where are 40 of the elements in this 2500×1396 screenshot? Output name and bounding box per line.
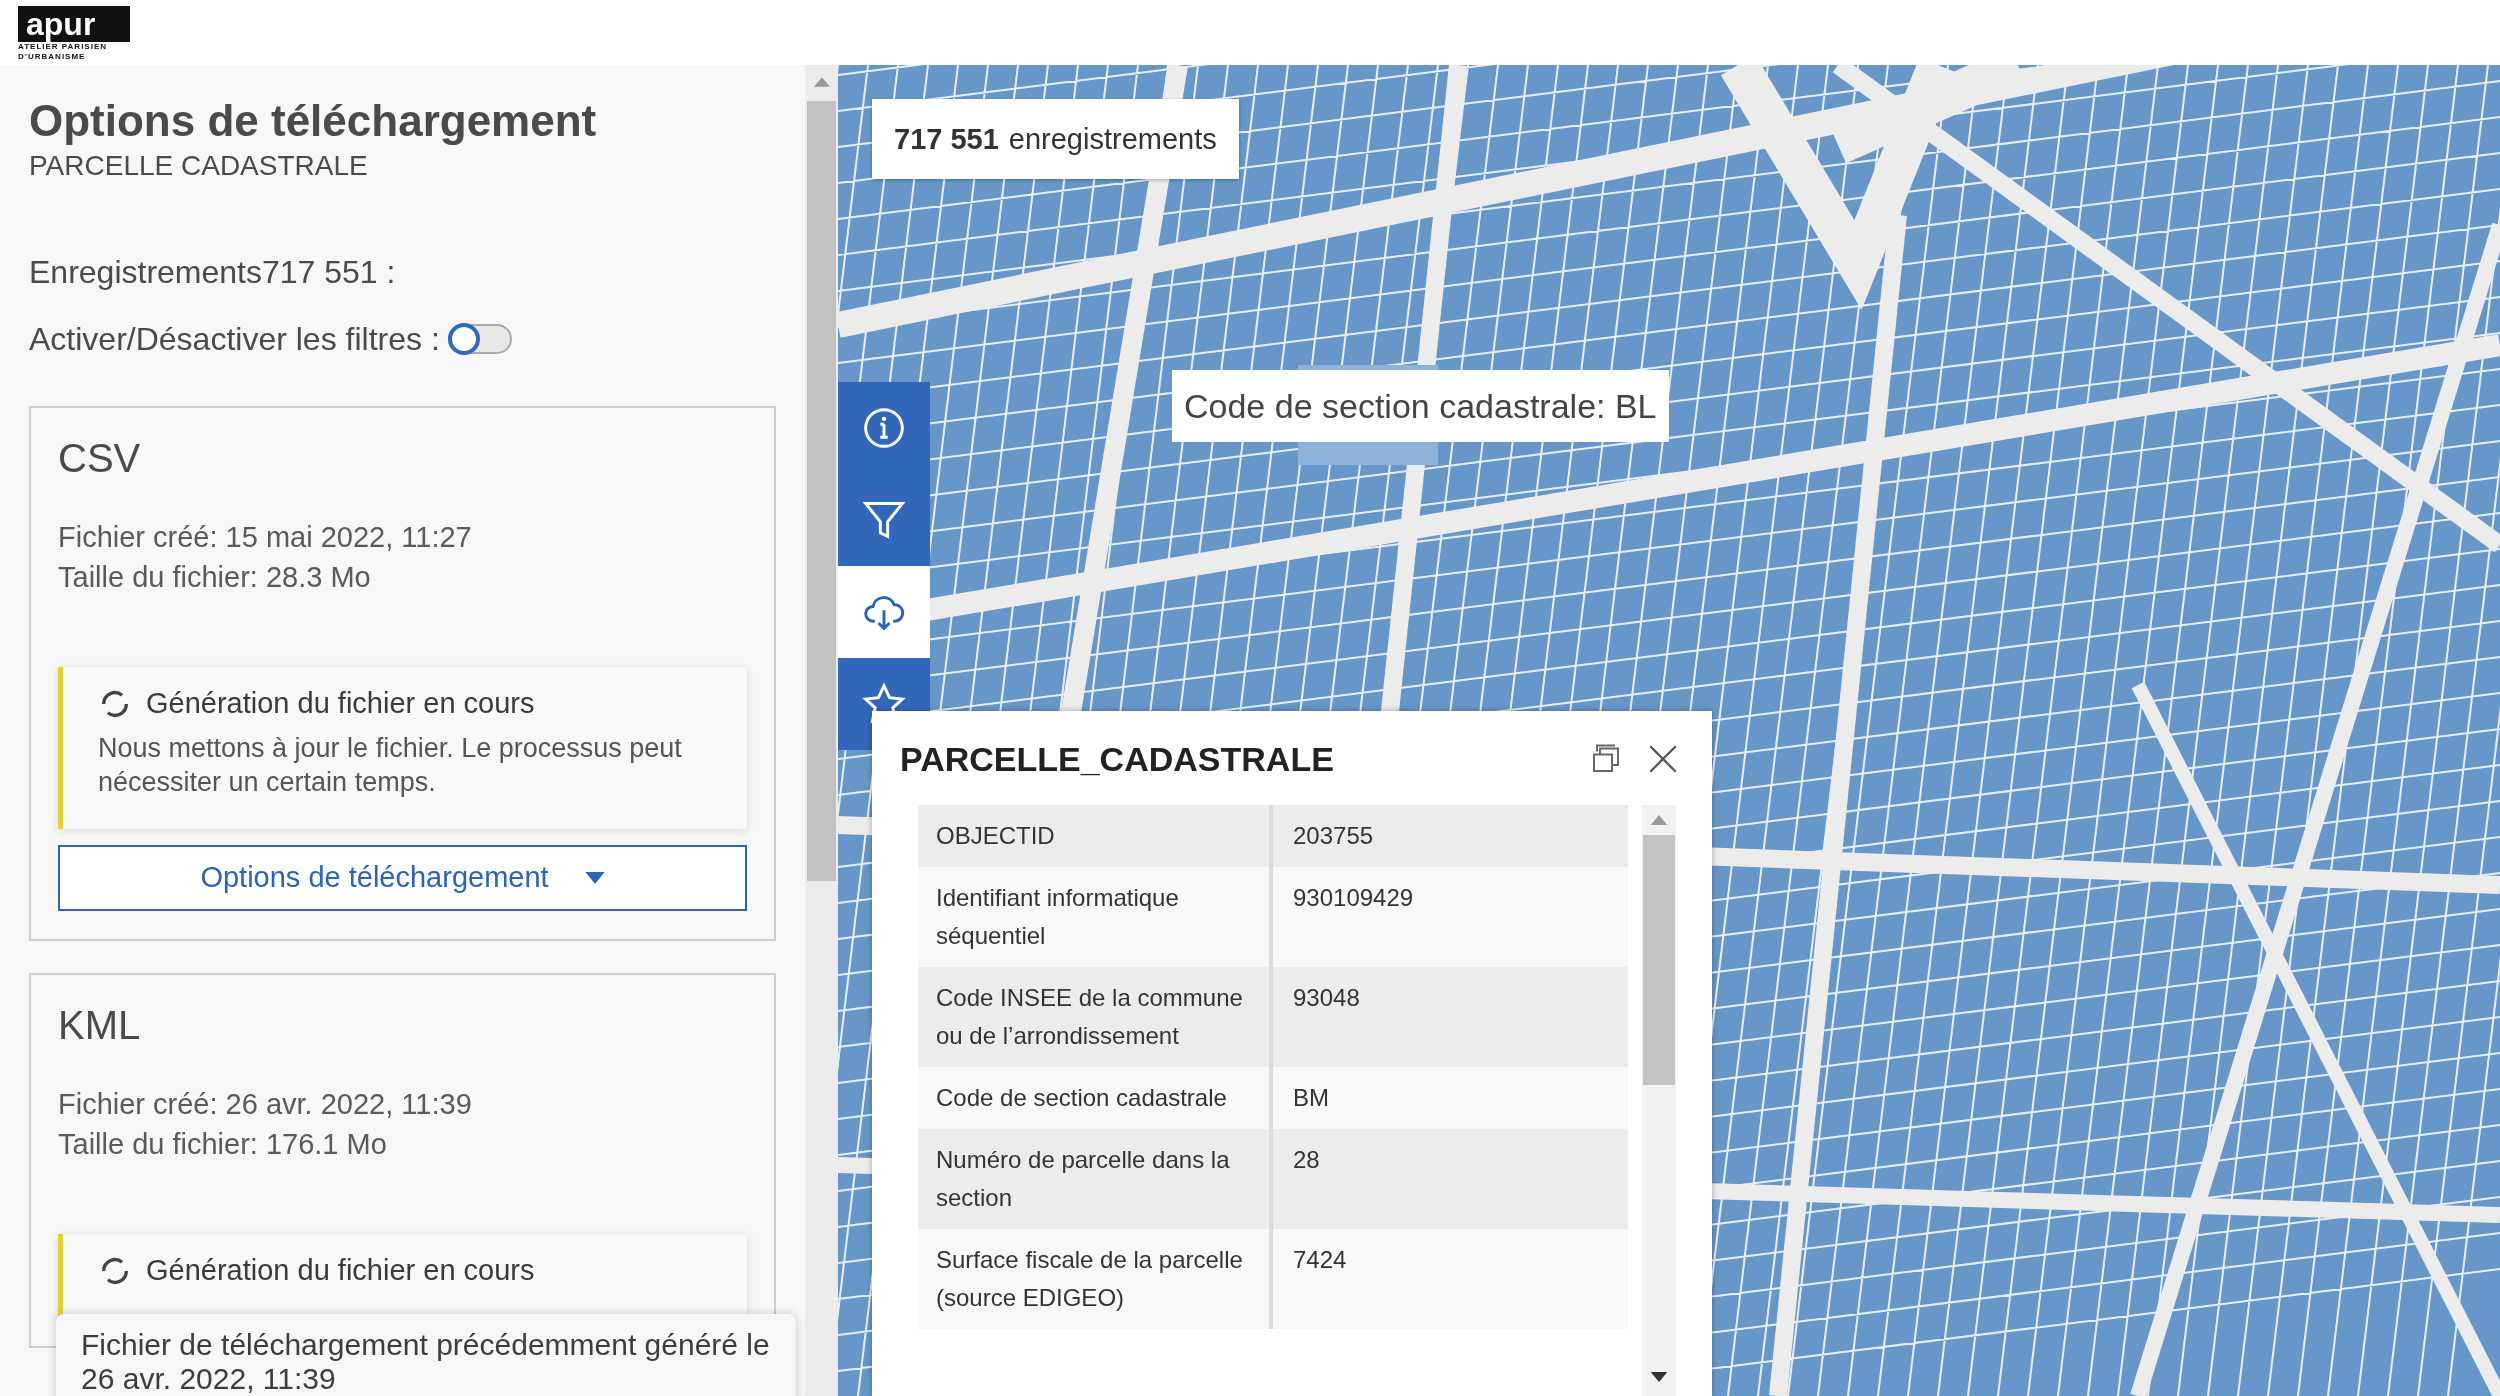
field-name: Surface fiscale de la parcelle (source EDIGEO) [918,1229,1273,1329]
scrollbar-thumb[interactable] [807,101,836,881]
file-format: CSV [58,435,142,481]
scrollbar[interactable] [1642,805,1676,1396]
file-size: Taille du fichier: 28.3 Mo [58,559,372,595]
tool-button[interactable] [838,566,930,658]
scroll-down-icon[interactable] [1650,1372,1668,1382]
records-count: Enregistrements717 551 : [29,253,397,291]
panel-title: Options de téléchargement [29,95,598,147]
logo-mark: apur [18,6,130,42]
field-value: 93048 [1292,983,1361,1013]
tool-button[interactable] [838,382,930,474]
notice-title: Génération du fichier en cours [146,687,535,721]
file-size: Taille du fichier: 176.1 Mo [58,1126,388,1162]
scrollbar-thumb[interactable] [1643,835,1675,1085]
download-options-button[interactable]: Options de téléchargement [58,844,747,911]
file-created: Fichier créé: 26 avr. 2022, 11:39 [58,1086,473,1122]
filters-toggle[interactable] [447,324,512,355]
toast-message: Fichier de téléchargement précédemment généré le 26 avr. 2022, 11:39 [56,1314,796,1396]
notice-title: Génération du fichier en cours [146,1254,535,1288]
field-value: 930109429 [1292,883,1415,913]
scroll-up-icon[interactable] [1650,815,1668,825]
field-value: 203755 [1292,821,1375,851]
panel-subtitle: PARCELLE CADASTRALE [29,149,369,182]
notice-text: Nous mettons à jour le fichier. Le processus peut nécessiter un certain temps. [98,731,683,799]
file-format: KML [58,1002,142,1048]
filters-label: Activer/Désactiver les filtres : [29,320,440,358]
popup-title: PARCELLE_CADASTRALE [900,739,1335,779]
scrollbar[interactable] [805,65,838,1396]
logo-caption: D’URBANISME [18,52,87,62]
field-value: 7424 [1292,1245,1348,1275]
field-value: 28 [1292,1145,1321,1175]
map-tooltip: Code de section cadastrale: BL [1172,370,1669,442]
caret-icon [584,871,605,884]
tool-button[interactable] [838,474,930,566]
file-created: Fichier créé: 15 mai 2022, 11:27 [58,519,473,555]
field-value: BM [1292,1083,1330,1113]
records-badge: 717 551 enregistrements [872,99,1239,179]
logo-caption: ATELIER PARISIEN [18,42,109,52]
info-icon [862,406,906,450]
